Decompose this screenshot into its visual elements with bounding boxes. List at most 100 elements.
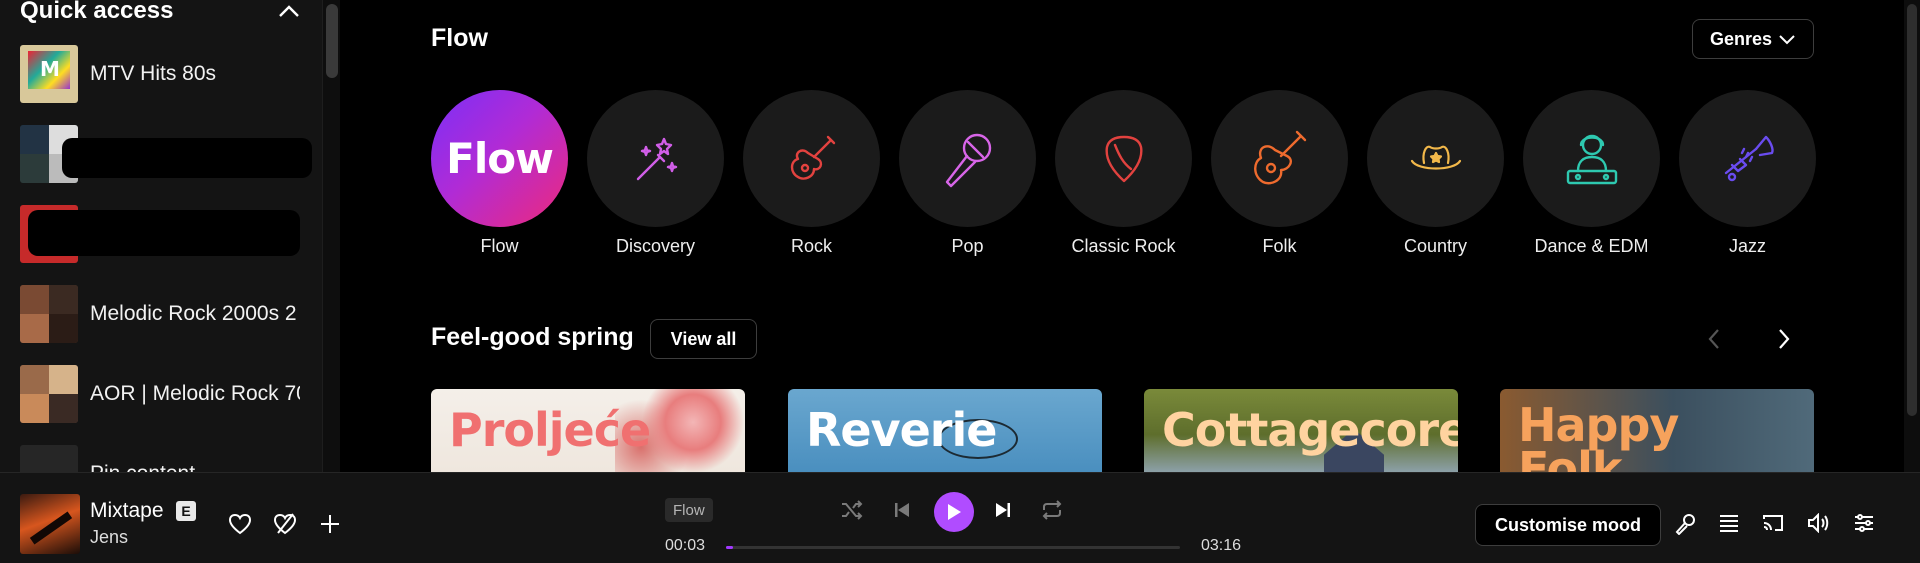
next-button[interactable] (994, 501, 1012, 519)
flow-genre-label: Discovery (615, 236, 695, 256)
flow-genre-pop[interactable] (899, 90, 1036, 227)
equalizer-button[interactable] (1853, 513, 1875, 533)
now-playing-artist[interactable]: Jens (90, 527, 128, 548)
repeat-icon (1042, 500, 1062, 520)
chevron-up-icon[interactable] (278, 4, 300, 18)
playlist-card[interactable]: Cottagecore (1144, 389, 1458, 472)
redaction (62, 138, 312, 178)
customise-mood-button[interactable]: Customise mood (1475, 504, 1661, 546)
guitar-pick-icon (1105, 135, 1142, 182)
flow-genre-jazz[interactable] (1679, 90, 1816, 227)
section-title-feelgood: Feel-good spring (431, 323, 634, 351)
flow-genre-label: Classic Rock (1071, 236, 1176, 256)
quick-access-label: AOR | Melodic Rock 70 (90, 382, 300, 405)
view-all-button[interactable]: View all (650, 319, 757, 359)
duration-time: 03:16 (1201, 537, 1242, 554)
now-playing-title[interactable]: Mixtape (90, 499, 164, 523)
redaction (28, 210, 300, 256)
next-arrow[interactable] (1767, 322, 1801, 356)
flow-genre-flow[interactable]: Flow (431, 90, 568, 227)
genres-label: Genres (1709, 28, 1773, 49)
shuffle-icon (842, 500, 863, 520)
playlist-card[interactable]: Reverie (788, 389, 1102, 472)
flow-genre-folk[interactable] (1211, 90, 1348, 227)
flow-genre-dance-edm[interactable] (1523, 90, 1660, 227)
quick-access-title: Quick access (20, 0, 174, 24)
quick-access-item[interactable]: Melodic Rock 2000s 2 (20, 284, 310, 344)
quick-access-item[interactable]: M MTV Hits 80s (20, 44, 310, 104)
card-title: Reverie (806, 403, 997, 457)
flow-genre-discovery[interactable] (587, 90, 724, 227)
cast-icon (1763, 515, 1783, 531)
playlist-cover: M (20, 45, 78, 103)
trumpet-icon (1724, 135, 1774, 181)
add-button[interactable] (319, 513, 341, 535)
playlist-card[interactable]: Proljeće (431, 389, 745, 472)
flow-genre-country[interactable] (1367, 90, 1504, 227)
cast-button[interactable] (1762, 513, 1784, 533)
flow-genre-label: Jazz (1728, 236, 1766, 256)
flow-logo-icon: Flow (446, 134, 554, 183)
volume-button[interactable] (1807, 513, 1829, 533)
play-button[interactable] (934, 492, 974, 532)
playlist-cover (20, 365, 78, 423)
progress-bar[interactable] (726, 546, 1180, 549)
chevron-left-icon (1708, 329, 1719, 349)
pin-icon: + (20, 445, 78, 472)
elapsed-time: 00:03 (665, 537, 706, 554)
heart-slash-icon (273, 513, 297, 535)
favorite-button[interactable] (228, 513, 252, 535)
flow-genre-label: Rock (790, 236, 832, 256)
shuffle-button[interactable] (840, 500, 864, 520)
heart-icon (228, 513, 252, 535)
quick-access-item[interactable]: AOR | Melodic Rock 70 (20, 364, 310, 424)
chevron-down-icon (1779, 35, 1795, 45)
playlist-card[interactable]: Happy Folk (1500, 389, 1814, 472)
magic-wand-icon (636, 137, 677, 180)
card-title: Cottagecore (1162, 403, 1458, 457)
flow-genre-label: Folk (1262, 236, 1297, 256)
lyrics-button[interactable] (1674, 513, 1696, 535)
pin-content-item[interactable]: + Pin content (20, 444, 310, 472)
sliders-icon (1855, 514, 1873, 532)
flow-genre-label: Country (1403, 236, 1468, 256)
now-playing-cover[interactable] (20, 494, 80, 554)
plus-icon (321, 515, 339, 533)
quick-access-label: Melodic Rock 2000s 2 (90, 302, 297, 325)
microphone-icon (945, 133, 991, 187)
sidebar-scrollbar[interactable] (322, 0, 340, 472)
player-bar: Mixtape E Jens Flow 00:03 03:16 Customis… (0, 472, 1920, 563)
queue-icon (1720, 515, 1738, 532)
play-icon (948, 504, 961, 520)
explicit-badge: E (176, 501, 196, 521)
genres-dropdown[interactable]: Genres (1692, 19, 1814, 59)
quick-access-item[interactable] (20, 204, 310, 264)
flow-genre-classic-rock[interactable] (1055, 90, 1192, 227)
sidebar: Quick access M MTV Hits 80s Melodic Rock… (0, 0, 322, 472)
dj-icon (1566, 134, 1617, 184)
card-title: Happy Folk (1518, 398, 1679, 472)
flow-genre-label: Pop (951, 236, 984, 256)
quick-access-item[interactable] (20, 124, 312, 184)
skip-back-icon (895, 503, 909, 517)
quick-access-label: MTV Hits 80s (90, 62, 217, 85)
guitar-icon (790, 135, 835, 180)
flow-genre-rock[interactable] (743, 90, 880, 227)
acoustic-guitar-icon (1253, 130, 1306, 184)
main-scrollbar[interactable] (1904, 0, 1920, 472)
not-interested-button[interactable] (273, 513, 297, 535)
repeat-button[interactable] (1040, 500, 1064, 520)
previous-arrow[interactable] (1697, 322, 1731, 356)
source-chip: Flow (665, 498, 713, 522)
playlist-cover (20, 285, 78, 343)
pin-content-label: Pin content (90, 462, 300, 472)
previous-button[interactable] (893, 501, 911, 519)
section-title-flow: Flow (431, 24, 488, 52)
queue-button[interactable] (1718, 513, 1740, 533)
card-title: Proljeće (449, 403, 651, 457)
quick-access-header[interactable]: Quick access (20, 0, 300, 26)
chevron-right-icon (1779, 329, 1790, 349)
microphone-icon (1675, 514, 1695, 535)
cowboy-hat-icon (1410, 145, 1461, 170)
volume-icon (1808, 513, 1829, 533)
